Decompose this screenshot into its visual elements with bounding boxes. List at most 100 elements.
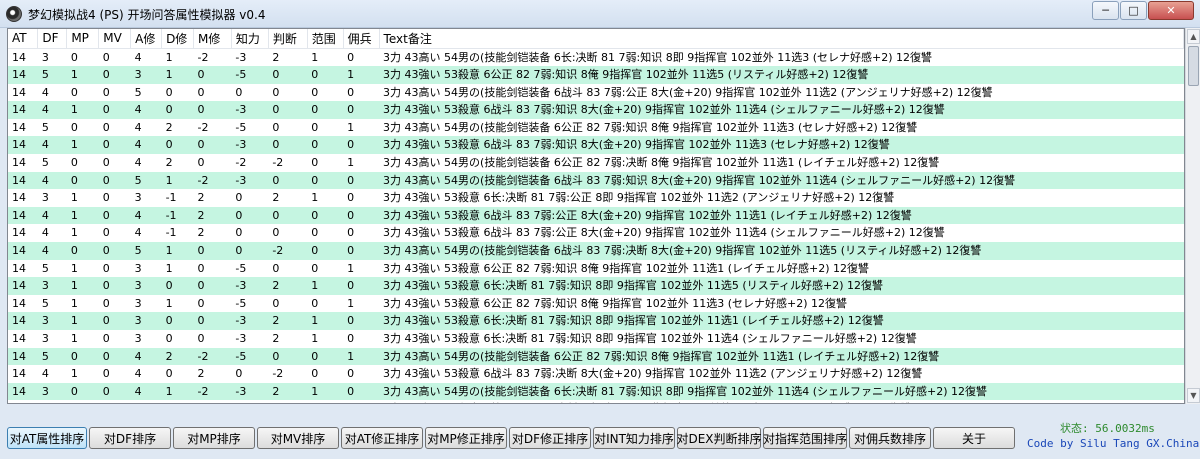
results-table: AT DF MP MV A修 D修 M修 知力 判断 范围 佣兵 Text备注 14 3 0 0 4 1 -2 -3…: [8, 29, 1184, 403]
column-header[interactable]: M修: [193, 29, 232, 49]
table-row[interactable]: 14 3 0 0 4 1 -2 -3 2 1 0 3力 43高い 54男の(技能剑铠装备 6长:决断 …: [8, 48, 1184, 66]
column-header[interactable]: DF: [37, 29, 68, 49]
table-cell: -2: [272, 367, 284, 381]
column-header[interactable]: Text备注: [379, 29, 1184, 49]
table-row[interactable]: 144104020-2003力 43強い 53殺意 6战斗 83 7弱:决断 8…: [8, 400, 1184, 403]
table-row[interactable]: 14 3 0 0 4 1 -2 -3 2 1 0 3力 43高い 54男の(技能剑铠装备 6长:决断 …: [8, 382, 1184, 401]
minimize-button[interactable]: ─: [1092, 1, 1119, 20]
table-cell: 14: [12, 120, 26, 134]
maximize-button[interactable]: □: [1120, 1, 1147, 20]
table-cell: 0: [99, 400, 131, 403]
table-row[interactable]: 14 5 0 0 4 2 -2 -5 0 0 1 3力 43高い 54男の(技能剑铠装备 6公正 82…: [8, 119, 1184, 137]
column-header[interactable]: D修: [161, 29, 194, 49]
table-cell: 0: [235, 85, 243, 99]
table-cell: -2: [197, 50, 209, 64]
close-button[interactable]: ✕: [1148, 1, 1194, 20]
results-grid[interactable]: AT DF MP MV A修 D修 M修 知力 判断 范围 佣兵 Text备注 14 3 0 0 4 1 -2 -3…: [7, 28, 1185, 404]
table-cell: 1: [66, 101, 99, 119]
table-row[interactable]: 14 4 0 0 5 0 0 0 0 0 0 3力 43高い 54男の(技能剑铠装备 6战斗 83 7…: [8, 84, 1184, 102]
table-cell: 0: [98, 171, 131, 190]
table-cell: -2: [235, 156, 247, 170]
table-cell: 0: [161, 277, 194, 295]
sort-range-button[interactable]: 对指挥范围排序: [763, 427, 847, 449]
table-cell: 0: [347, 50, 355, 64]
sort-df-mod-button[interactable]: 对DF修正排序: [509, 427, 591, 449]
table-body: 14 3 0 0 4 1 -2 -3 2 1 0 3力 43高い 54男の(技能剑铠装备 6长:决断 …: [8, 48, 1184, 403]
table-cell: 0: [165, 85, 173, 99]
table-row[interactable]: 14 4 1 0 4 -1 2 0 0 0 0 3力 43強い 53殺意 6战斗 83 7弱:公正 8…: [8, 224, 1184, 242]
table-row[interactable]: 14 4 1 0 4 -1 2 0 0 0 0 3力 43強い 53殺意 6战斗 83 7弱:公正 8…: [8, 206, 1184, 225]
scroll-down-icon[interactable]: ▼: [1187, 388, 1200, 403]
scroll-thumb[interactable]: [1188, 46, 1199, 86]
table-cell: 1: [70, 261, 78, 275]
table-cell: 0: [272, 296, 280, 310]
table-row[interactable]: 14 5 1 0 3 1 0 -5 0 0 1 3力 43強い 53殺意 6公正 82 7弱:知识 8…: [8, 295, 1184, 313]
table-row[interactable]: 14 4 0 0 5 1 0 0 -2 0 0 3力 43高い 54男の(技能剑铠装备 6战斗 83 …: [8, 242, 1184, 260]
window-title: 梦幻模拟战4 (PS) 开场问答属性模拟器 v0.4: [28, 8, 266, 22]
column-header[interactable]: 范围: [307, 29, 344, 49]
table-cell: 0: [98, 66, 131, 84]
table-cell: 0: [193, 66, 232, 84]
table-cell: 3力 43強い 53殺意 6战斗 83 7弱:知识 8大(金+20) 9指挥官 …: [379, 136, 1184, 155]
table-cell: 1: [347, 156, 355, 170]
sort-at-mod-button[interactable]: 对AT修正排序: [341, 427, 423, 449]
sort-mercenary-button[interactable]: 对佣兵数排序: [849, 427, 931, 449]
table-row[interactable]: 14 3 1 0 3 -1 2 0 2 1 0 3力 43強い 53殺意 6长:决断 81 7弱:公正…: [8, 189, 1184, 207]
table-cell: 0: [343, 206, 380, 225]
scroll-up-icon[interactable]: ▲: [1187, 29, 1200, 44]
sort-dex-button[interactable]: 对DEX判断排序: [676, 427, 762, 449]
table-cell: 5: [134, 85, 142, 99]
column-header[interactable]: 佣兵: [343, 29, 380, 49]
table-row[interactable]: 14 5 1 0 3 1 0 -5 0 0 1 3力 43強い 53殺意 6公正 82 7弱:知识 8…: [8, 66, 1184, 84]
sort-mp-mod-button[interactable]: 对MP修正排序: [425, 427, 507, 449]
table-row[interactable]: 14 4 1 0 4 0 0 -3 0 0 0 3力 43強い 53殺意 6战斗 83 7弱:知识 8…: [8, 136, 1184, 155]
table-cell: -2: [193, 171, 232, 190]
table-cell: 3力 43高い 54男の(技能剑铠装备 6战斗 83 7弱:知识 8大(金+20…: [379, 171, 1184, 190]
vertical-scrollbar[interactable]: ▲ ▼: [1185, 28, 1200, 404]
table-cell: 5: [41, 261, 49, 275]
table-row[interactable]: 14 4 0 0 5 1 -2 -3 0 0 0 3力 43高い 54男の(技能剑铠装备 6战斗 83…: [8, 171, 1184, 190]
table-cell: 3: [37, 312, 67, 330]
column-header[interactable]: MP: [66, 29, 100, 49]
table-cell: 3力 43強い 53殺意 6长:决断 81 7弱:公正 8即 9指挥官 102並…: [383, 191, 895, 205]
column-header[interactable]: AT: [8, 29, 39, 49]
table-cell: 0: [311, 156, 319, 170]
title-bar: 梦幻模拟战4 (PS) 开场问答属性模拟器 v0.4 ─ □ ✕: [0, 0, 1200, 28]
about-button[interactable]: 关于: [933, 427, 1015, 449]
table-cell: 4: [37, 171, 67, 190]
table-cell: 0: [102, 50, 110, 64]
table-cell: 1: [347, 120, 355, 134]
table-cell: 1: [161, 66, 194, 84]
sort-mv-button[interactable]: 对MV排序: [257, 427, 339, 449]
table-row[interactable]: 14 3 1 0 3 0 0 -3 2 1 0 3力 43強い 53殺意 6长:决断 81 7弱:知识…: [8, 277, 1184, 295]
table-row[interactable]: 14 3 1 0 3 0 0 -3 2 1 0 3力 43強い 53殺意 6长:决断 81 7弱:知识…: [8, 312, 1184, 330]
column-header[interactable]: 判断: [268, 29, 308, 49]
table-cell: 2: [165, 120, 173, 134]
table-cell: 3: [41, 332, 49, 345]
table-row[interactable]: 14 3 1 0 3 0 0 -3 2 1 0 3力 43強い 53殺意 6长:决断 81 7弱:知识…: [8, 330, 1184, 348]
table-row[interactable]: 14 4 1 0 4 0 0 -3 0 0 0 3力 43強い 53殺意 6战斗 83 7弱:知识 8…: [8, 101, 1184, 119]
sort-mp-button[interactable]: 对MP排序: [173, 427, 255, 449]
table-row[interactable]: 14 5 0 0 4 2 0 -2 -2 0 1 3力 43高い 54男の(技能剑铠装备 6公正 82…: [8, 154, 1184, 172]
table-cell: 0: [268, 66, 308, 84]
table-row[interactable]: 14 5 1 0 3 1 0 -5 0 0 1 3力 43強い 53殺意 6公正 82 7弱:知识 8…: [8, 260, 1184, 278]
table-cell: 1: [307, 277, 344, 295]
table-cell: 1: [161, 171, 194, 190]
column-header[interactable]: 知力: [231, 29, 269, 49]
sort-df-button[interactable]: 对DF排序: [89, 427, 171, 449]
table-cell: 4: [131, 400, 162, 403]
column-header[interactable]: A修: [130, 29, 163, 49]
table-cell: 0: [347, 191, 355, 205]
table-cell: 1: [161, 382, 194, 401]
table-cell: -5: [235, 261, 247, 275]
table-cell: 0: [70, 156, 78, 170]
table-cell: 0: [102, 332, 110, 345]
table-cell: 0: [231, 400, 268, 403]
sort-at-button[interactable]: 对AT属性排序: [7, 427, 87, 449]
table-cell: 0: [311, 261, 319, 275]
table-cell: 0: [102, 191, 110, 205]
table-row[interactable]: 144104020-2003力 43強い 53殺意 6战斗 83 7弱:决断 8…: [8, 365, 1184, 383]
table-row[interactable]: 14 5 0 0 4 2 -2 -5 0 0 1 3力 43高い 54男の(技能剑铠装备 6公正 82…: [8, 347, 1184, 366]
sort-int-button[interactable]: 对INT知力排序: [593, 427, 675, 449]
column-header[interactable]: MV: [98, 29, 132, 49]
